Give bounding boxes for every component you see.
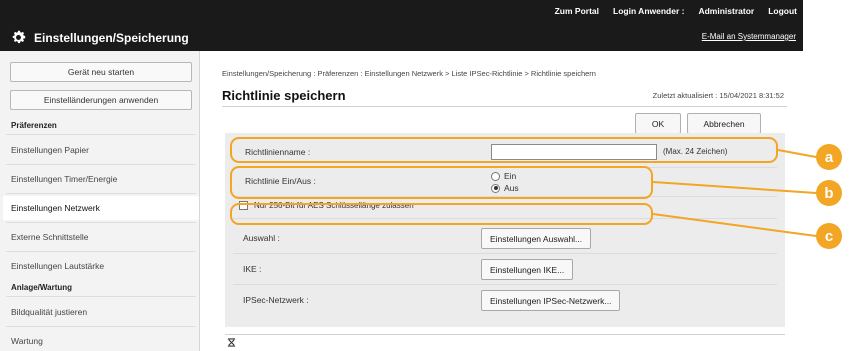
sidebar-item-timer[interactable]: Einstellungen Timer/Energie [10,167,196,191]
sidebar-item-image-quality[interactable]: Bildqualität justieren [10,300,196,324]
selection-label: Auswahl : [243,233,280,243]
last-updated: Zuletzt aktualisiert : 15/04/2021 8:31:5… [652,91,784,100]
sidebar-item-paper[interactable]: Einstellungen Papier [10,138,196,162]
gear-icon [12,30,26,44]
portal-link[interactable]: Zum Portal [555,6,599,16]
callout-badge-a: a [816,144,842,170]
sidebar-item-maintenance[interactable]: Wartung [10,329,196,351]
cancel-button[interactable]: Abbrechen [687,113,761,134]
sidebar-divider [6,193,196,194]
title-divider [222,106,787,107]
sidebar-section-preferences: Präferenzen [11,121,57,130]
bottom-divider [225,334,785,335]
ipsec-network-settings-button[interactable]: Einstellungen IPSec-Netzwerk... [481,290,621,311]
page-title: Richtlinie speichern [222,88,346,103]
sidebar-divider [6,296,196,297]
callout-badge-c: c [816,223,842,249]
login-user-label: Login Anwender : [613,6,685,16]
apply-changes-button[interactable]: Einstelländerungen anwenden [10,90,192,110]
sidebar-section-maintenance: Anlage/Wartung [11,283,73,292]
callout-frame-b [230,166,653,199]
main-content: Einstellungen/Speicherung : Präferenzen … [201,51,803,351]
app-title: Einstellungen/Speicherung [10,29,189,46]
ok-button[interactable]: OK [635,113,681,134]
sidebar: Gerät neu starten Einstelländerungen anw… [0,51,200,351]
sidebar-divider [6,326,196,327]
callout-frame-c [230,203,653,225]
sidebar-divider [6,164,196,165]
row-divider [233,284,777,285]
email-admin-link[interactable]: E-Mail an Systemmanager [702,32,796,41]
sidebar-divider [6,134,196,135]
collapse-icon[interactable] [227,338,236,347]
sidebar-item-volume[interactable]: Einstellungen Lautstärke [10,254,196,278]
app-title-text: Einstellungen/Speicherung [34,30,189,45]
restart-device-button[interactable]: Gerät neu starten [10,62,192,82]
user-name: Administrator [698,6,755,16]
callout-frame-a [230,137,778,163]
callout-badge-b: b [816,180,842,206]
ike-settings-button[interactable]: Einstellungen IKE... [481,259,574,280]
top-links: Zum Portal Login Anwender : Administrato… [555,6,797,16]
ike-label: IKE : [243,264,262,274]
top-bar: Zum Portal Login Anwender : Administrato… [0,0,803,51]
sidebar-divider [6,251,196,252]
ipsec-network-label: IPSec-Netzwerk : [243,295,309,305]
logout-link[interactable]: Logout [768,6,797,16]
sidebar-item-network[interactable]: Einstellungen Netzwerk [3,196,199,220]
selection-settings-button[interactable]: Einstellungen Auswahl... [481,228,592,249]
sidebar-divider [6,222,196,223]
breadcrumb: Einstellungen/Speicherung : Präferenzen … [222,69,596,78]
sidebar-item-external-interface[interactable]: Externe Schnittstelle [10,225,196,249]
row-divider [233,253,777,254]
